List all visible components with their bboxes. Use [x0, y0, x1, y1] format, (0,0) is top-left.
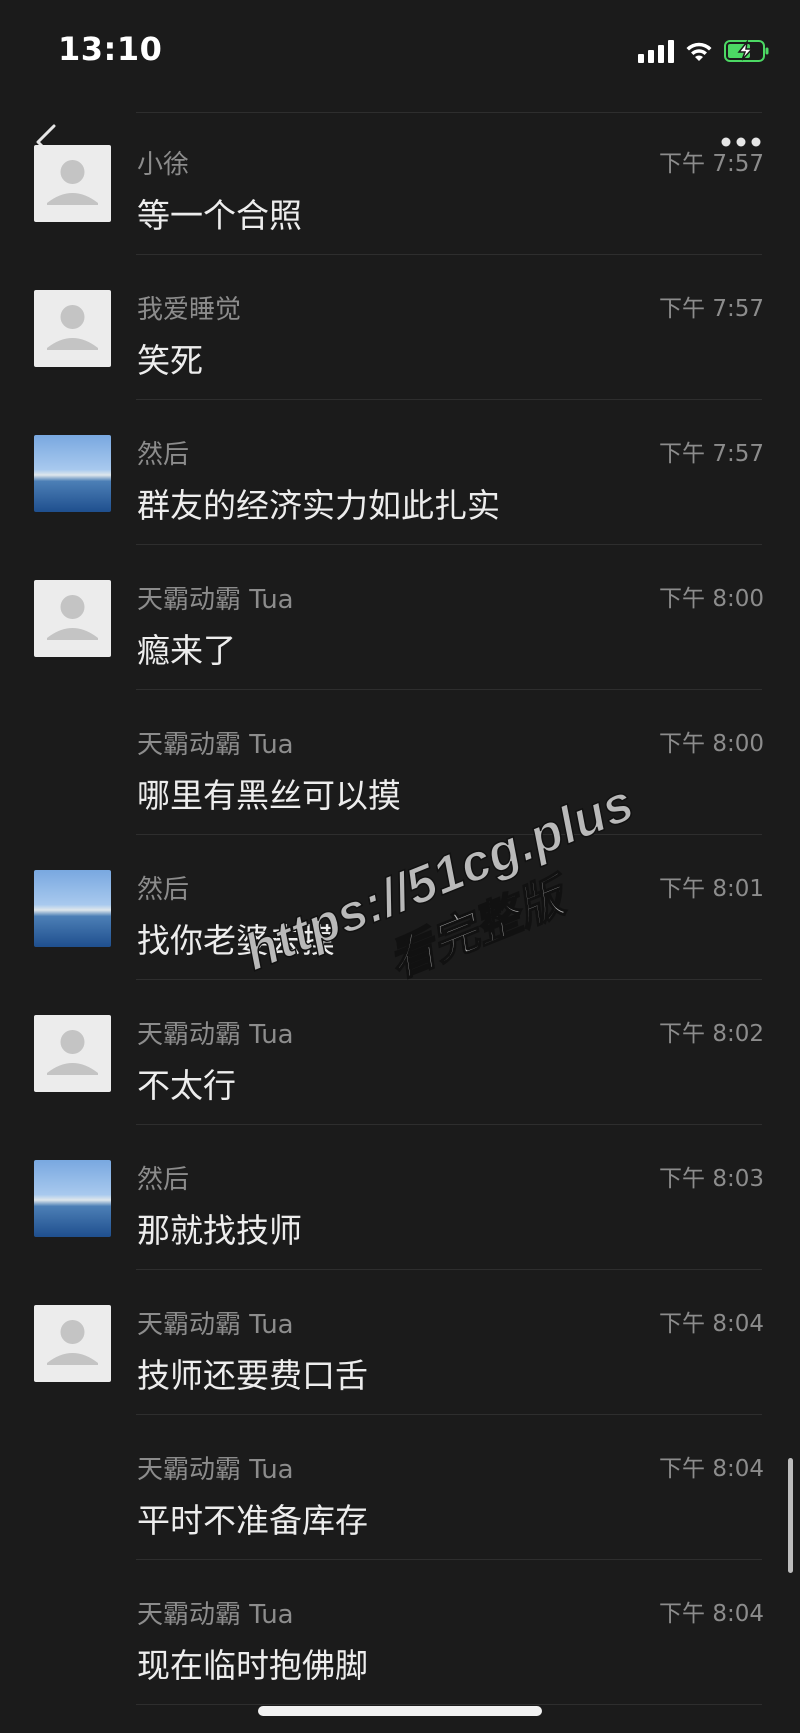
sender-name: 天霸动霸 Tua	[137, 1600, 294, 1630]
message-text: 不太行	[137, 1066, 236, 1105]
message-text: 瘾来了	[137, 631, 236, 670]
message-item[interactable]: 我爱睡觉 下午 7:57 笑死	[0, 255, 800, 400]
sender-name: 我爱睡觉	[137, 295, 242, 325]
message-item[interactable]: 然后 下午 8:01 找你老婆去摸	[0, 835, 800, 980]
message-text: 技师还要费口舌	[137, 1356, 368, 1395]
home-indicator[interactable]	[258, 1706, 542, 1716]
message-item[interactable]: 然后 下午 8:03 那就找技师	[0, 1125, 800, 1270]
status-bar: 13:10	[0, 0, 800, 100]
sender-name: 然后	[137, 1165, 190, 1195]
message-text: 哪里有黑丝可以摸	[137, 776, 401, 815]
avatar-landscape[interactable]	[34, 870, 111, 947]
message-item[interactable]: 天霸动霸 Tua 下午 8:04 平时不准备库存	[0, 1415, 800, 1560]
message-list[interactable]: 小徐 下午 7:57 等一个合照 我爱睡觉 下午 7:57 笑死 然后 下午 7…	[0, 110, 800, 1705]
wifi-icon	[684, 39, 714, 63]
avatar-default[interactable]	[34, 145, 111, 222]
sender-name: 天霸动霸 Tua	[137, 585, 294, 615]
avatar-default[interactable]	[34, 1015, 111, 1092]
message-item[interactable]: 天霸动霸 Tua 下午 8:00 瘾来了	[0, 545, 800, 690]
sender-name: 天霸动霸 Tua	[137, 1020, 294, 1050]
message-time: 下午 8:00	[659, 731, 764, 757]
message-time: 下午 8:00	[659, 586, 764, 612]
avatar-default[interactable]	[34, 1305, 111, 1382]
message-item[interactable]: 天霸动霸 Tua 下午 8:04 技师还要费口舌	[0, 1270, 800, 1415]
message-item[interactable]: 天霸动霸 Tua 下午 8:00 哪里有黑丝可以摸	[0, 690, 800, 835]
message-time: 下午 8:04	[659, 1601, 764, 1627]
message-time: 下午 8:04	[659, 1311, 764, 1337]
message-text: 找你老婆去摸	[137, 921, 335, 960]
message-text: 群友的经济实力如此扎实	[137, 486, 500, 525]
message-time: 下午 7:57	[659, 296, 764, 322]
status-time: 13:10	[58, 30, 163, 68]
message-text: 等一个合照	[137, 196, 302, 235]
cellular-signal-icon	[638, 39, 674, 63]
battery-charging-icon	[724, 39, 770, 63]
message-time: 下午 8:01	[659, 876, 764, 902]
sender-name: 然后	[137, 875, 190, 905]
message-text: 平时不准备库存	[137, 1501, 368, 1540]
sender-name: 然后	[137, 440, 190, 470]
message-time: 下午 7:57	[659, 151, 764, 177]
sender-name: 天霸动霸 Tua	[137, 1455, 294, 1485]
sender-name: 天霸动霸 Tua	[137, 1310, 294, 1340]
message-text: 现在临时抱佛脚	[137, 1646, 368, 1685]
message-time: 下午 8:03	[659, 1166, 764, 1192]
message-text: 那就找技师	[137, 1211, 302, 1250]
divider	[136, 1704, 762, 1705]
sender-name: 小徐	[137, 150, 190, 180]
message-item[interactable]: 天霸动霸 Tua 下午 8:04 现在临时抱佛脚	[0, 1560, 800, 1705]
message-item[interactable]: 天霸动霸 Tua 下午 8:02 不太行	[0, 980, 800, 1125]
avatar-default[interactable]	[34, 290, 111, 367]
message-item[interactable]: 然后 下午 7:57 群友的经济实力如此扎实	[0, 400, 800, 545]
message-time: 下午 7:57	[659, 441, 764, 467]
avatar-landscape[interactable]	[34, 1160, 111, 1237]
scrollbar[interactable]	[788, 1458, 793, 1573]
message-text: 笑死	[137, 341, 203, 380]
avatar-landscape[interactable]	[34, 435, 111, 512]
sender-name: 天霸动霸 Tua	[137, 730, 294, 760]
status-icons	[638, 36, 770, 66]
avatar-default[interactable]	[34, 580, 111, 657]
message-item[interactable]: 小徐 下午 7:57 等一个合照	[0, 110, 800, 255]
message-time: 下午 8:04	[659, 1456, 764, 1482]
message-time: 下午 8:02	[659, 1021, 764, 1047]
